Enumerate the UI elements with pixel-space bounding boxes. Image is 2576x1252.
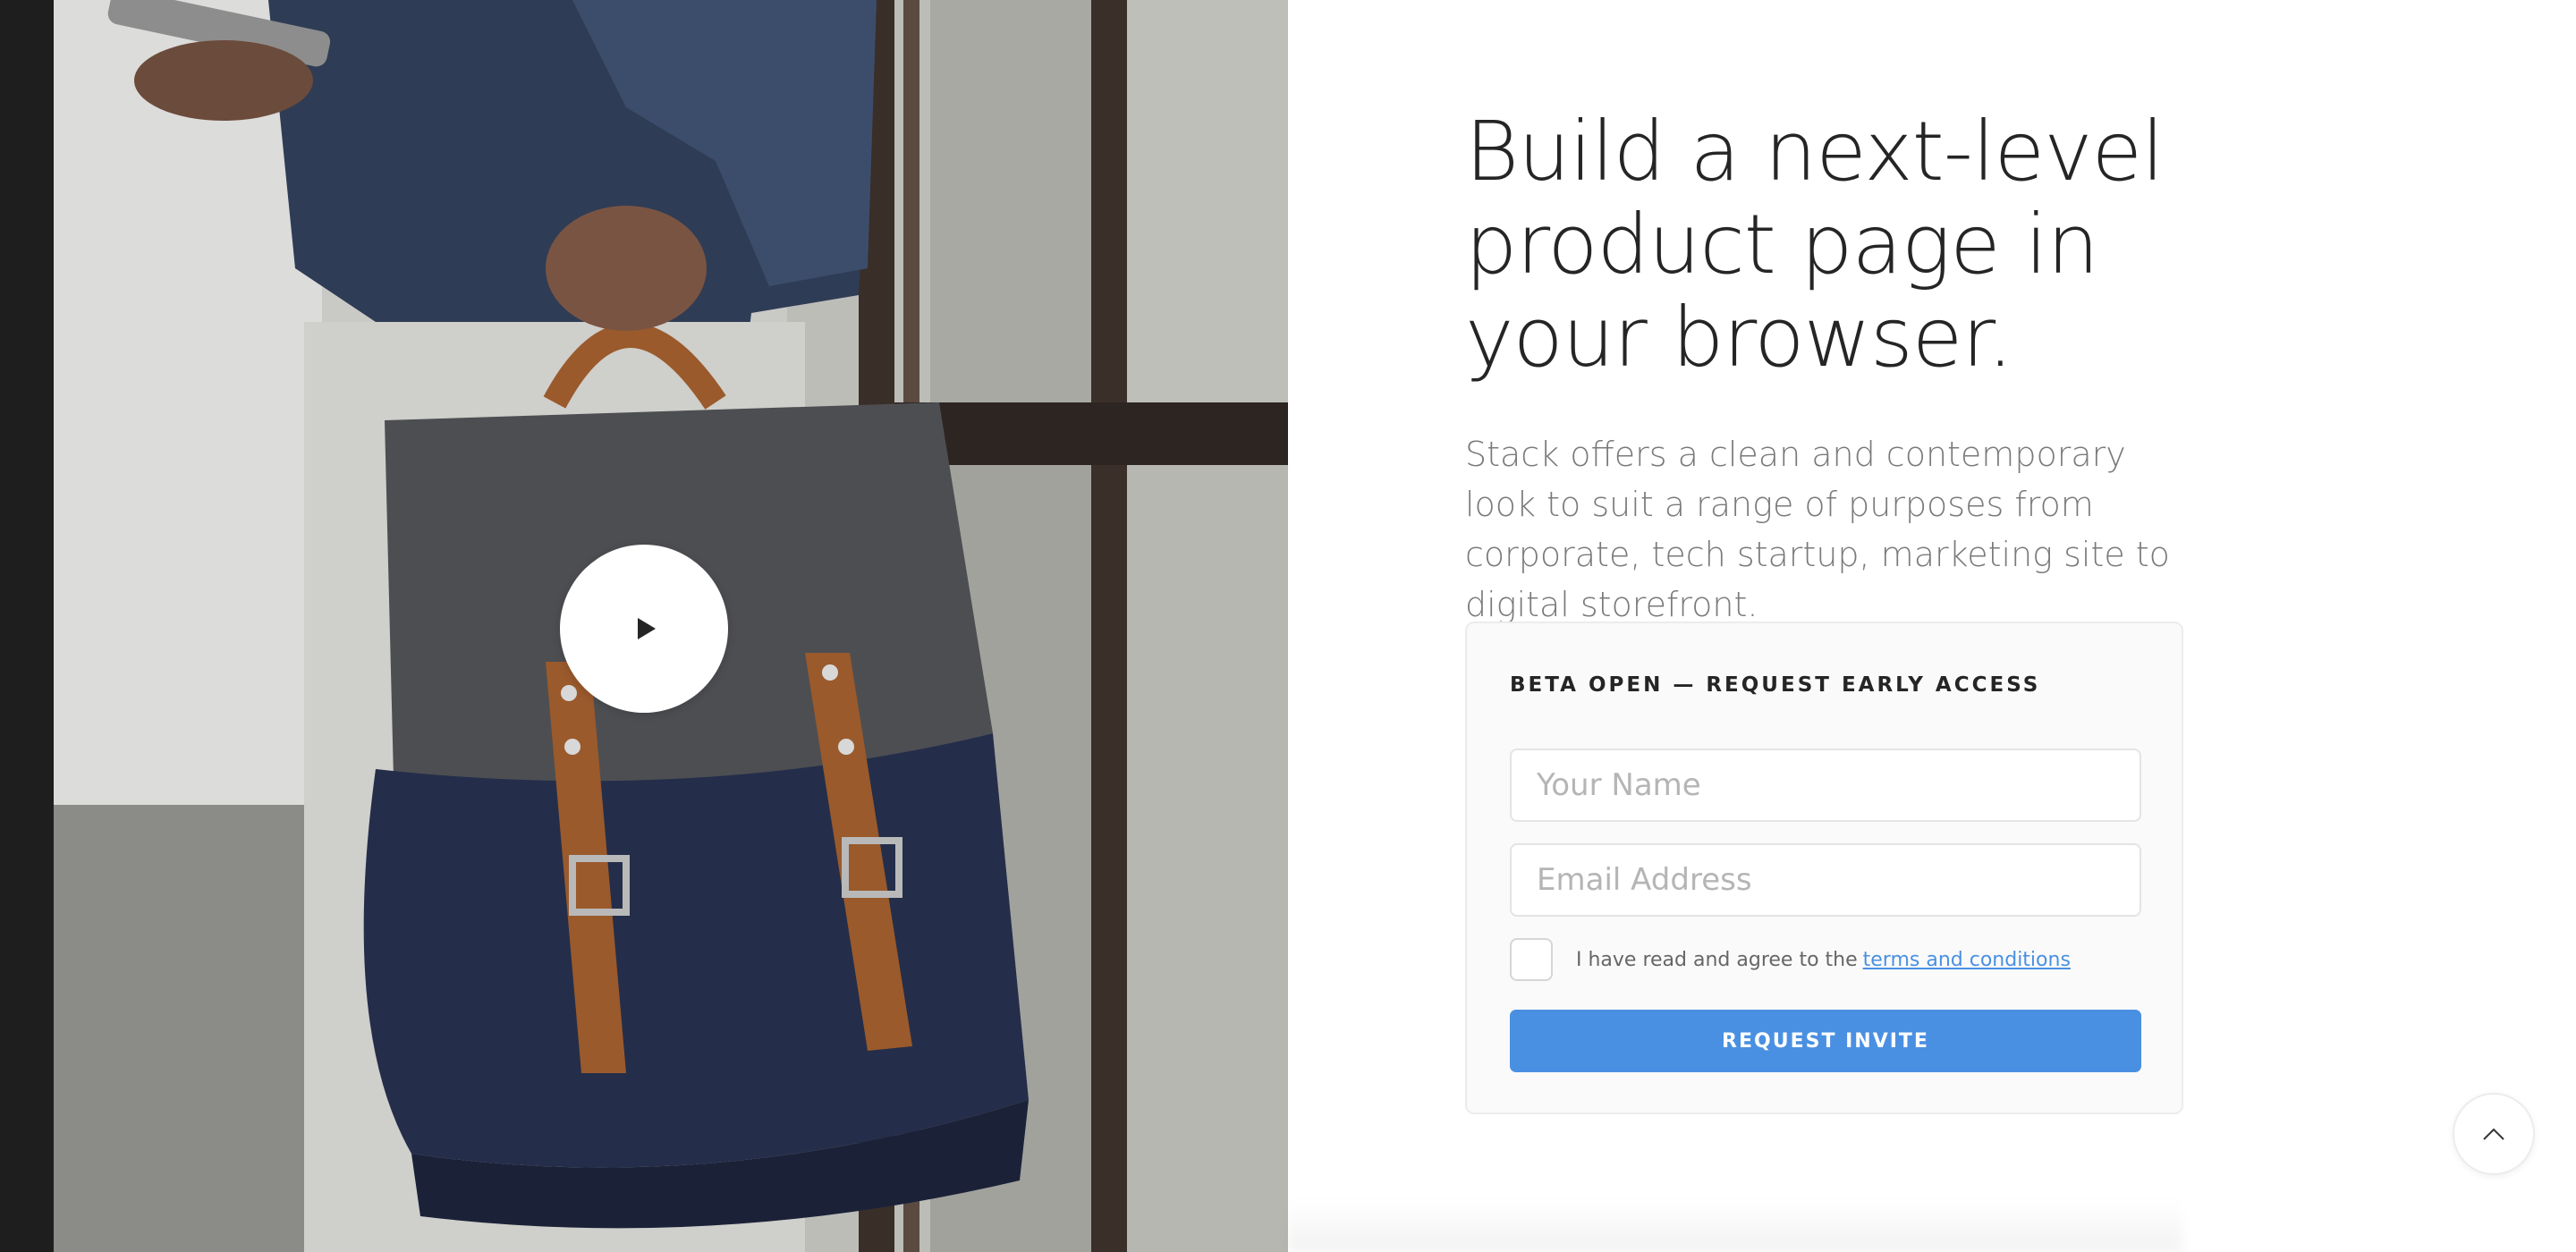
landing-page: Build a next-level product page in your … [0,0,2576,1252]
terms-label: I have read and agree to the terms and co… [1576,949,2071,971]
chevron-up-icon [2483,1128,2504,1140]
email-input[interactable] [1510,843,2141,917]
terms-link[interactable]: terms and conditions [1863,949,2071,971]
page-title: Build a next-level product page in your … [1465,104,2165,385]
early-access-form: BETA OPEN — REQUEST EARLY ACCESS I have … [1465,622,2183,1114]
terms-label-text: I have read and agree to the [1576,948,1858,971]
form-title: BETA OPEN — REQUEST EARLY ACCESS [1510,673,2041,697]
terms-agreement-row: I have read and agree to the terms and co… [1510,938,2071,981]
terms-checkbox[interactable] [1510,938,1553,981]
back-to-top-button[interactable] [2453,1093,2535,1175]
lead-paragraph: Stack offers a clean and contemporary lo… [1465,435,2170,624]
hero-content: Build a next-level product page in your … [1465,106,2199,630]
play-video-button[interactable] [560,545,728,713]
section-divider-shadow [1288,1198,2182,1252]
name-input[interactable] [1510,749,2141,822]
play-icon [638,618,656,639]
request-invite-button[interactable]: REQUEST INVITE [1510,1010,2141,1072]
hero-image [0,0,1288,1252]
